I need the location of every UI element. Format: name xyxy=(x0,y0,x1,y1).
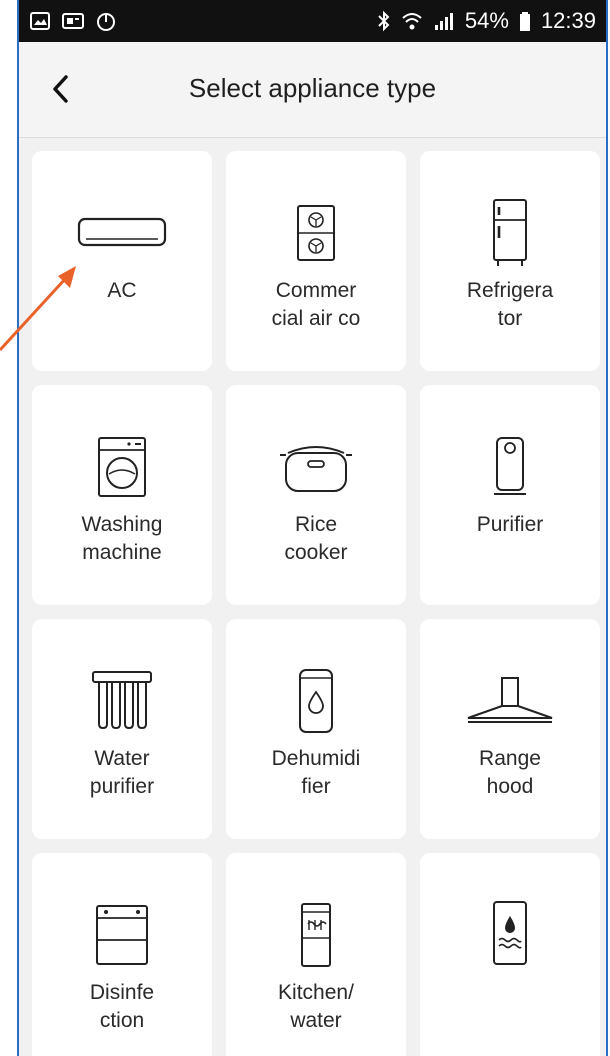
appliance-grid: AC Commer cial air co Refrigera tor Wash… xyxy=(32,151,600,1056)
purifier-icon xyxy=(494,437,526,495)
appliance-tile-disinfection[interactable]: Disinfe ction xyxy=(32,853,212,1056)
battery-icon xyxy=(519,12,530,31)
appliance-tile-commercial-air[interactable]: Commer cial air co xyxy=(226,151,406,371)
signal-icon xyxy=(434,13,453,30)
clock-time: 12:39 xyxy=(540,8,596,33)
appliance-tile-washing-machine[interactable]: Washing machine xyxy=(32,385,212,605)
appliance-tile-ac[interactable]: AC xyxy=(32,151,212,371)
appliance-label: Kitchen/ water xyxy=(278,981,354,1032)
appliance-tile-rice-cooker[interactable]: Rice cooker xyxy=(226,385,406,605)
notification-icon xyxy=(62,13,84,29)
bluetooth-icon xyxy=(378,10,390,32)
page-title: Select appliance type xyxy=(188,73,437,103)
appliance-label: Commer cial air co xyxy=(271,279,361,330)
appliance-tile-dehumidifier[interactable]: Dehumidi fier xyxy=(226,619,406,839)
commercial-air-icon xyxy=(297,205,335,261)
appliance-label: Refrigera tor xyxy=(466,279,554,330)
water-heater-icon xyxy=(493,901,527,965)
status-bar: 54% 12:39 xyxy=(19,0,606,42)
water-purifier-icon xyxy=(92,671,152,730)
sync-icon xyxy=(97,13,115,31)
appliance-tile-kitchen-water[interactable]: Kitchen/ water xyxy=(226,853,406,1056)
appliance-label: Water purifier xyxy=(89,747,155,798)
dehumidifier-icon xyxy=(299,669,333,733)
appliance-label: Dehumidi fier xyxy=(271,747,361,798)
appliance-tile-water-heater[interactable] xyxy=(420,853,600,1056)
washing-machine-icon xyxy=(98,437,146,497)
disinfection-icon xyxy=(96,905,148,965)
appliance-tile-water-purifier[interactable]: Water purifier xyxy=(32,619,212,839)
range-hood-icon xyxy=(467,677,553,723)
appliance-label: Purifier xyxy=(476,513,544,536)
appliance-label: Washing machine xyxy=(81,513,163,564)
image-icon xyxy=(30,12,50,30)
ac-icon xyxy=(77,217,167,247)
battery-percent: 54% xyxy=(464,8,509,33)
appliance-label: Disinfe ction xyxy=(89,981,155,1032)
kitchen-water-icon xyxy=(301,903,331,967)
app-screen: 54% 12:39 Select appliance type AC Comme… xyxy=(17,0,608,1056)
appliance-tile-purifier[interactable]: Purifier xyxy=(420,385,600,605)
refrigerator-icon xyxy=(493,199,527,266)
header: Select appliance type xyxy=(19,42,606,138)
rice-cooker-icon xyxy=(280,446,352,492)
appliance-label: AC xyxy=(107,279,137,302)
appliance-tile-range-hood[interactable]: Range hood xyxy=(420,619,600,839)
appliance-label: Rice cooker xyxy=(284,513,348,564)
appliance-tile-refrigerator[interactable]: Refrigera tor xyxy=(420,151,600,371)
wifi-icon xyxy=(402,13,422,30)
appliance-label: Range hood xyxy=(479,747,541,798)
